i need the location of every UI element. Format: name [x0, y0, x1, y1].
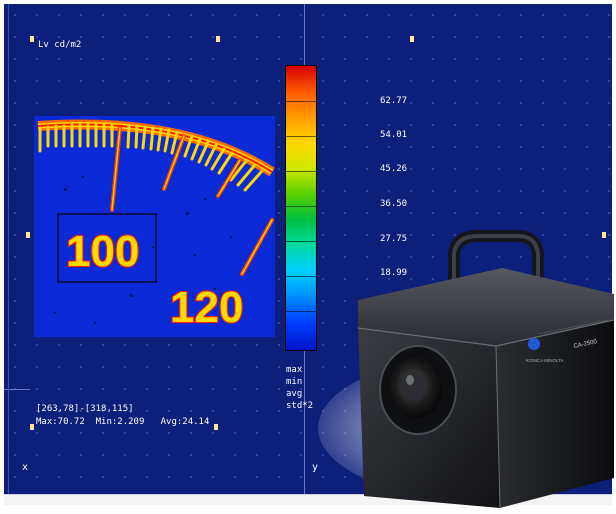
stat-label-std: std*2 [286, 401, 314, 411]
brand-logo-text: KONICA MINOLTA [526, 358, 564, 363]
unit-label: Lv cd/m2 [38, 40, 82, 50]
stat-label-max: max [286, 365, 303, 375]
luminance-camera-device-image: KONICA MINOLTA CA-2500 [318, 228, 616, 510]
scale-value: 62.77 [380, 96, 408, 106]
scale-value: 54.01 [380, 130, 408, 140]
stat-label-avg: avg [286, 389, 303, 399]
selection-stats-readout: Max:70.72 Min:2.209 Avg:24.14 [36, 417, 210, 427]
corner-marker [216, 36, 220, 42]
luminance-false-color-image[interactable]: 100 120 [34, 116, 275, 337]
color-scale-gradient [286, 66, 316, 350]
meter-reading-100: 100 [66, 227, 139, 276]
corner-marker [214, 424, 218, 430]
corner-marker [30, 36, 34, 42]
scale-value: 45.26 [380, 164, 408, 174]
corner-marker [26, 232, 30, 238]
corner-marker [30, 424, 34, 430]
corner-marker [410, 36, 414, 42]
left-guide-line [8, 4, 9, 494]
x-axis-label: x [22, 462, 29, 473]
selection-range-readout: [263,78]-[318,115] [36, 404, 134, 414]
camera-device-illustration: KONICA MINOLTA CA-2500 [318, 230, 616, 509]
meter-dial-image: 100 120 [34, 116, 275, 337]
luminance-color-scale-bar [285, 65, 317, 351]
meter-reading-120: 120 [170, 283, 243, 332]
scale-value: 36.50 [380, 199, 408, 209]
stat-label-min: min [286, 377, 303, 387]
statistics-legend: max min avg std*2 [286, 364, 313, 412]
